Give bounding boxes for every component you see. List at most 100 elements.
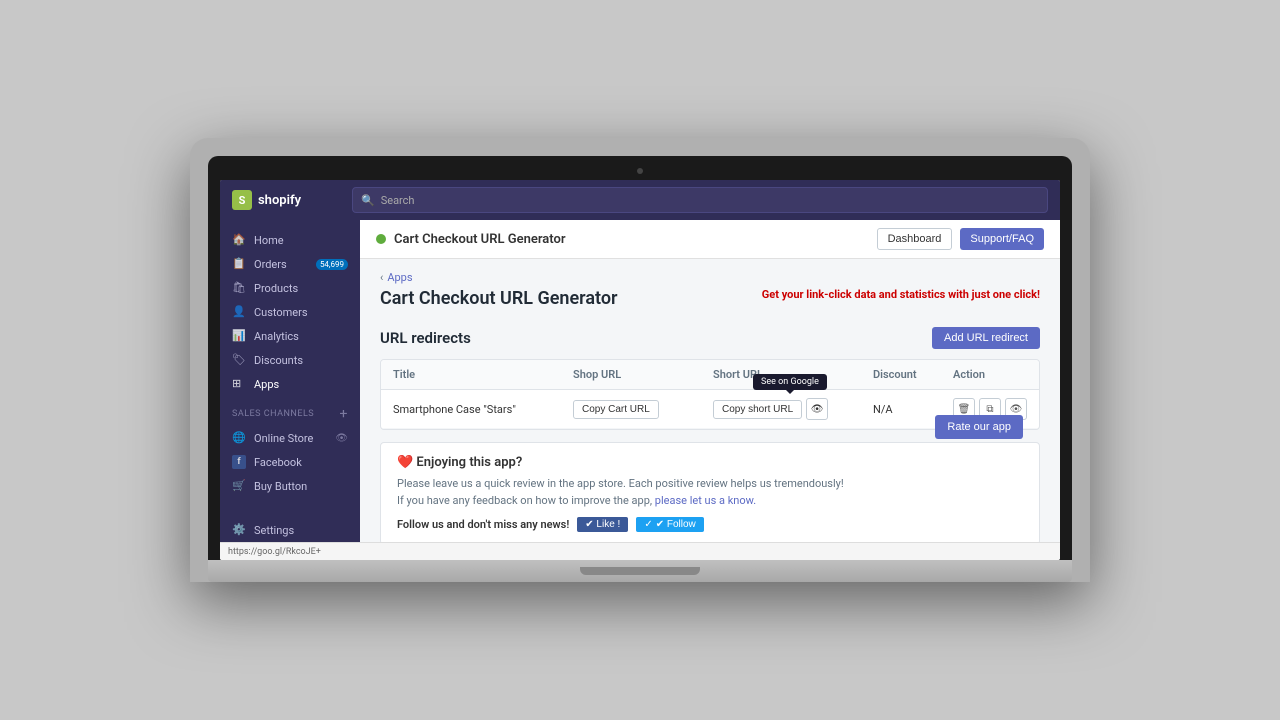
short-url-eye-button[interactable]: 👁: [806, 398, 828, 420]
sidebar-label-discounts: Discounts: [254, 354, 303, 367]
content-area: Cart Checkout URL Generator Dashboard Su…: [360, 220, 1060, 542]
sidebar-label-facebook: Facebook: [254, 456, 302, 469]
breadcrumb-back-arrow: ‹: [380, 271, 383, 284]
dashboard-button[interactable]: Dashboard: [877, 228, 953, 250]
sidebar-label-analytics: Analytics: [254, 330, 299, 343]
customers-icon: 👤: [232, 305, 246, 319]
section-title: URL redirects: [380, 329, 471, 347]
search-bar[interactable]: 🔍 Search: [352, 187, 1048, 213]
row-title: Smartphone Case "Stars": [393, 403, 573, 416]
col-title: Title: [393, 368, 573, 381]
sidebar-label-products: Products: [254, 282, 298, 295]
feedback-link[interactable]: please let us a know.: [655, 494, 756, 507]
sidebar-label-home: Home: [254, 234, 284, 247]
shopify-header: S shopify 🔍 Search: [220, 180, 1060, 220]
status-bar: https://goo.gl/RkcoJE+: [220, 542, 1060, 560]
table-header: Title Shop URL Short URL Discount Action: [381, 360, 1039, 390]
section-header: URL redirects Add URL redirect: [380, 327, 1040, 349]
row-discount: N/A: [873, 403, 953, 416]
screen-bezel: S shopify 🔍 Search 🏠 Home 📋: [208, 156, 1072, 560]
facebook-icon: f: [232, 455, 246, 469]
copy-cart-url-button[interactable]: Copy Cart URL: [573, 400, 659, 419]
search-icon: 🔍: [361, 194, 375, 207]
apps-icon: ⊞: [232, 377, 246, 391]
col-discount: Discount: [873, 368, 953, 381]
header-buttons: Dashboard Support/FAQ: [877, 228, 1044, 250]
status-green-dot: [376, 234, 386, 244]
add-sales-channel-btn[interactable]: +: [340, 406, 348, 422]
app-header-bar: Cart Checkout URL Generator Dashboard Su…: [360, 220, 1060, 259]
sidebar-item-products[interactable]: 🛍 Products: [220, 276, 360, 300]
sidebar-item-home[interactable]: 🏠 Home: [220, 228, 360, 252]
sidebar: 🏠 Home 📋 Orders 54,699 🛍 Products 👤: [220, 220, 360, 542]
laptop-notch: [580, 567, 700, 575]
feedback-follow: Follow us and don't miss any news! ✔ Lik…: [397, 517, 844, 532]
feedback-content: ❤️ Enjoying this app? Please leave us a …: [397, 455, 844, 532]
screen: S shopify 🔍 Search 🏠 Home 📋: [220, 180, 1060, 560]
feedback-title: ❤️ Enjoying this app?: [397, 455, 844, 470]
search-placeholder: Search: [381, 194, 415, 207]
follow-label: Follow us and don't miss any news!: [397, 518, 569, 531]
home-icon: 🏠: [232, 233, 246, 247]
shopify-logo-icon: S: [232, 190, 252, 210]
feedback-body: Please leave us a quick review in the ap…: [397, 476, 844, 509]
status-url: https://goo.gl/RkcoJE+: [228, 547, 321, 557]
sidebar-item-customers[interactable]: 👤 Customers: [220, 300, 360, 324]
products-icon: 🛍: [232, 281, 246, 295]
breadcrumb: ‹ Apps: [380, 271, 1040, 284]
row-shop-url: Copy Cart URL: [573, 400, 713, 419]
row-short-url: Copy short URL 👁 See on Google: [713, 398, 873, 420]
analytics-icon: 📊: [232, 329, 246, 343]
app-header-title: Cart Checkout URL Generator: [394, 232, 566, 247]
breadcrumb-apps-link[interactable]: Apps: [387, 271, 412, 284]
feedback-body-text2: If you have any feedback on how to impro…: [397, 494, 652, 507]
laptop-base: [208, 560, 1072, 582]
sidebar-item-orders[interactable]: 📋 Orders 54,699: [220, 252, 360, 276]
sidebar-item-online-store[interactable]: 🌐 Online Store 👁: [220, 426, 360, 450]
sales-channels-section: SALES CHANNELS +: [220, 396, 360, 426]
feedback-body-text1: Please leave us a quick review in the ap…: [397, 477, 844, 490]
sidebar-item-facebook[interactable]: f Facebook: [220, 450, 360, 474]
follow-text: ✔ Follow: [656, 519, 696, 530]
sidebar-label-customers: Customers: [254, 306, 308, 319]
sidebar-label-online-store: Online Store: [254, 432, 313, 445]
feedback-card: ❤️ Enjoying this app? Please leave us a …: [380, 442, 1040, 542]
sidebar-item-apps[interactable]: ⊞ Apps: [220, 372, 360, 396]
online-store-eye-icon[interactable]: 👁: [335, 433, 348, 444]
col-action: Action: [953, 368, 1040, 381]
tooltip: See on Google: [753, 374, 827, 390]
sidebar-label-orders: Orders: [254, 258, 287, 271]
promo-text: Get your link-click data and statistics …: [762, 288, 1040, 301]
main-layout: 🏠 Home 📋 Orders 54,699 🛍 Products 👤: [220, 220, 1060, 542]
buy-button-icon: 🛒: [232, 479, 246, 493]
sidebar-item-discounts[interactable]: 🏷 Discounts: [220, 348, 360, 372]
copy-short-url-button[interactable]: Copy short URL: [713, 400, 802, 419]
orders-icon: 📋: [232, 257, 246, 271]
camera-dot: [637, 168, 643, 174]
follow-button[interactable]: ✓ ✔ Follow: [636, 517, 703, 532]
page-title: Cart Checkout URL Generator: [380, 288, 618, 309]
discounts-icon: 🏷: [232, 353, 246, 367]
sidebar-item-settings[interactable]: ⚙️ Settings: [220, 518, 360, 542]
settings-icon: ⚙️: [232, 523, 246, 537]
laptop: S shopify 🔍 Search 🏠 Home 📋: [190, 138, 1090, 582]
add-url-redirect-button[interactable]: Add URL redirect: [932, 327, 1040, 349]
like-button[interactable]: ✔ Like !: [577, 517, 628, 532]
sidebar-label-apps: Apps: [254, 378, 279, 391]
col-shop-url: Shop URL: [573, 368, 713, 381]
short-url-group: Copy short URL 👁 See on Google: [713, 398, 873, 420]
app-title-row: Cart Checkout URL Generator: [376, 232, 566, 247]
page-content: ‹ Apps Cart Checkout URL Generator Get y…: [360, 259, 1060, 542]
shopify-logo: S shopify: [232, 190, 352, 210]
sidebar-label-buy-button: Buy Button: [254, 480, 307, 493]
online-store-icon: 🌐: [232, 431, 246, 445]
sidebar-label-settings: Settings: [254, 524, 294, 537]
follow-checkmark: ✓: [644, 519, 652, 530]
rate-app-button[interactable]: Rate our app: [935, 415, 1023, 439]
sidebar-item-buy-button[interactable]: 🛒 Buy Button: [220, 474, 360, 498]
orders-badge: 54,699: [316, 259, 348, 270]
support-faq-button[interactable]: Support/FAQ: [960, 228, 1044, 250]
sales-channels-label: SALES CHANNELS: [232, 409, 314, 419]
shopify-logo-text: shopify: [258, 193, 301, 208]
sidebar-item-analytics[interactable]: 📊 Analytics: [220, 324, 360, 348]
